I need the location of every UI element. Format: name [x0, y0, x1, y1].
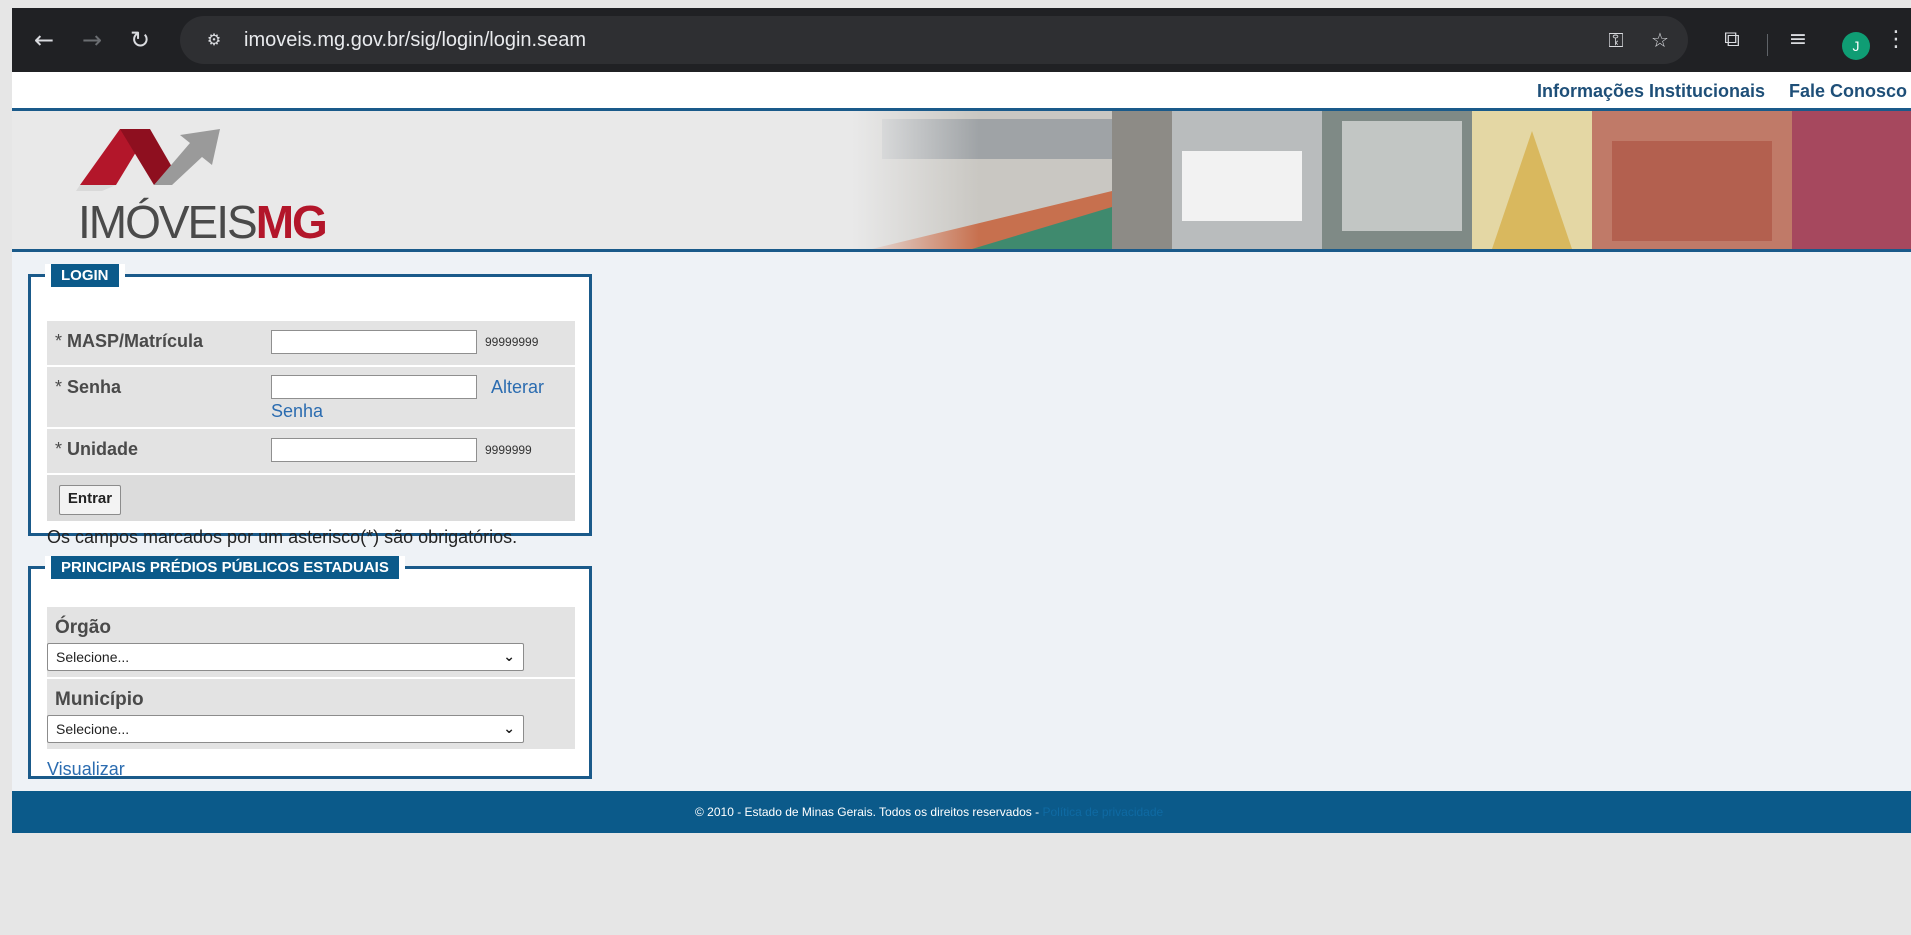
unidade-input[interactable]	[271, 438, 477, 462]
footer-copyright: © 2010 - Estado de Minas Gerais. Todos o…	[695, 805, 1164, 819]
media-queue-icon[interactable]: ≡	[1784, 26, 1812, 54]
municipio-row: Município Selecione... ⌄	[47, 679, 575, 749]
main-content: LOGIN * MASP/Matrícula 99999999 * Senha …	[12, 252, 1911, 791]
masp-format-hint: 99999999	[485, 335, 539, 349]
profile-avatar[interactable]: J	[1842, 32, 1870, 60]
submit-row: Entrar	[47, 475, 575, 521]
site-header: IMÓVEISMG	[12, 108, 1911, 252]
entrar-button[interactable]: Entrar	[59, 485, 121, 515]
masp-label: * MASP/Matrícula	[55, 331, 204, 351]
municipio-select[interactable]: Selecione... ⌄	[47, 715, 524, 743]
more-menu-icon[interactable]: ⋮	[1882, 26, 1910, 54]
orgao-select[interactable]: Selecione... ⌄	[47, 643, 524, 671]
bookmark-star-icon[interactable]: ☆	[1646, 26, 1674, 54]
required-fields-note: Os campos marcados por um asterisco(*) s…	[47, 527, 518, 547]
alterar-senha-link[interactable]: Alterar	[491, 377, 544, 398]
url-text[interactable]: imoveis.mg.gov.br/sig/login/login.seam	[244, 29, 586, 52]
site-info-icon[interactable]: ⚙	[200, 26, 228, 54]
address-bar[interactable]: ⚙ imoveis.mg.gov.br/sig/login/login.seam…	[180, 16, 1688, 64]
predios-fieldset: PRINCIPAIS PRÉDIOS PÚBLICOS ESTADUAIS Ór…	[28, 556, 592, 779]
visualizar-link[interactable]: Visualizar	[47, 759, 125, 780]
senha-input[interactable]	[271, 375, 477, 399]
alterar-senha-link-cont[interactable]: Senha	[271, 401, 323, 422]
top-links-bar: Informações Institucionais Fale Conosco	[12, 72, 1911, 108]
unidade-row: * Unidade 9999999	[47, 429, 575, 473]
link-fale-conosco[interactable]: Fale Conosco	[1789, 81, 1907, 102]
password-key-icon[interactable]: ⚿	[1602, 26, 1630, 54]
page: Informações Institucionais Fale Conosco …	[12, 72, 1911, 935]
chevron-down-icon: ⌄	[503, 721, 515, 737]
predios-legend: PRINCIPAIS PRÉDIOS PÚBLICOS ESTADUAIS	[51, 556, 399, 579]
masp-row: * MASP/Matrícula 99999999	[47, 321, 575, 365]
site-footer: © 2010 - Estado de Minas Gerais. Todos o…	[12, 791, 1911, 833]
chevron-down-icon: ⌄	[503, 649, 515, 665]
senha-label: * Senha	[55, 377, 122, 397]
logo-text: IMÓVEISMG	[78, 196, 328, 248]
toolbar-divider	[1767, 34, 1768, 56]
reload-icon[interactable]: ↻	[126, 26, 154, 54]
browser-toolbar: ← → ↻ ⚙ imoveis.mg.gov.br/sig/login/logi…	[12, 8, 1911, 72]
forward-icon[interactable]: →	[78, 26, 106, 54]
unidade-label: * Unidade	[55, 439, 139, 459]
orgao-label: Órgão	[55, 617, 111, 638]
municipio-label: Município	[55, 689, 144, 710]
login-legend: LOGIN	[51, 264, 119, 287]
browser-chrome: ← → ↻ ⚙ imoveis.mg.gov.br/sig/login/logi…	[0, 0, 1911, 72]
unidade-format-hint: 9999999	[485, 443, 532, 457]
senha-row: * Senha Alterar Senha	[47, 367, 575, 427]
link-informacoes-institucionais[interactable]: Informações Institucionais	[1537, 81, 1765, 102]
masp-input[interactable]	[271, 330, 477, 354]
privacy-policy-link[interactable]: Política de privacidade	[1042, 805, 1163, 819]
extensions-icon[interactable]: ⧉	[1718, 26, 1746, 54]
header-photo-collage	[852, 111, 1911, 249]
back-icon[interactable]: ←	[30, 26, 58, 54]
imoveismg-logo: IMÓVEISMG	[72, 125, 332, 248]
login-fieldset: LOGIN * MASP/Matrícula 99999999 * Senha …	[28, 264, 592, 547]
orgao-row: Órgão Selecione... ⌄	[47, 607, 575, 677]
